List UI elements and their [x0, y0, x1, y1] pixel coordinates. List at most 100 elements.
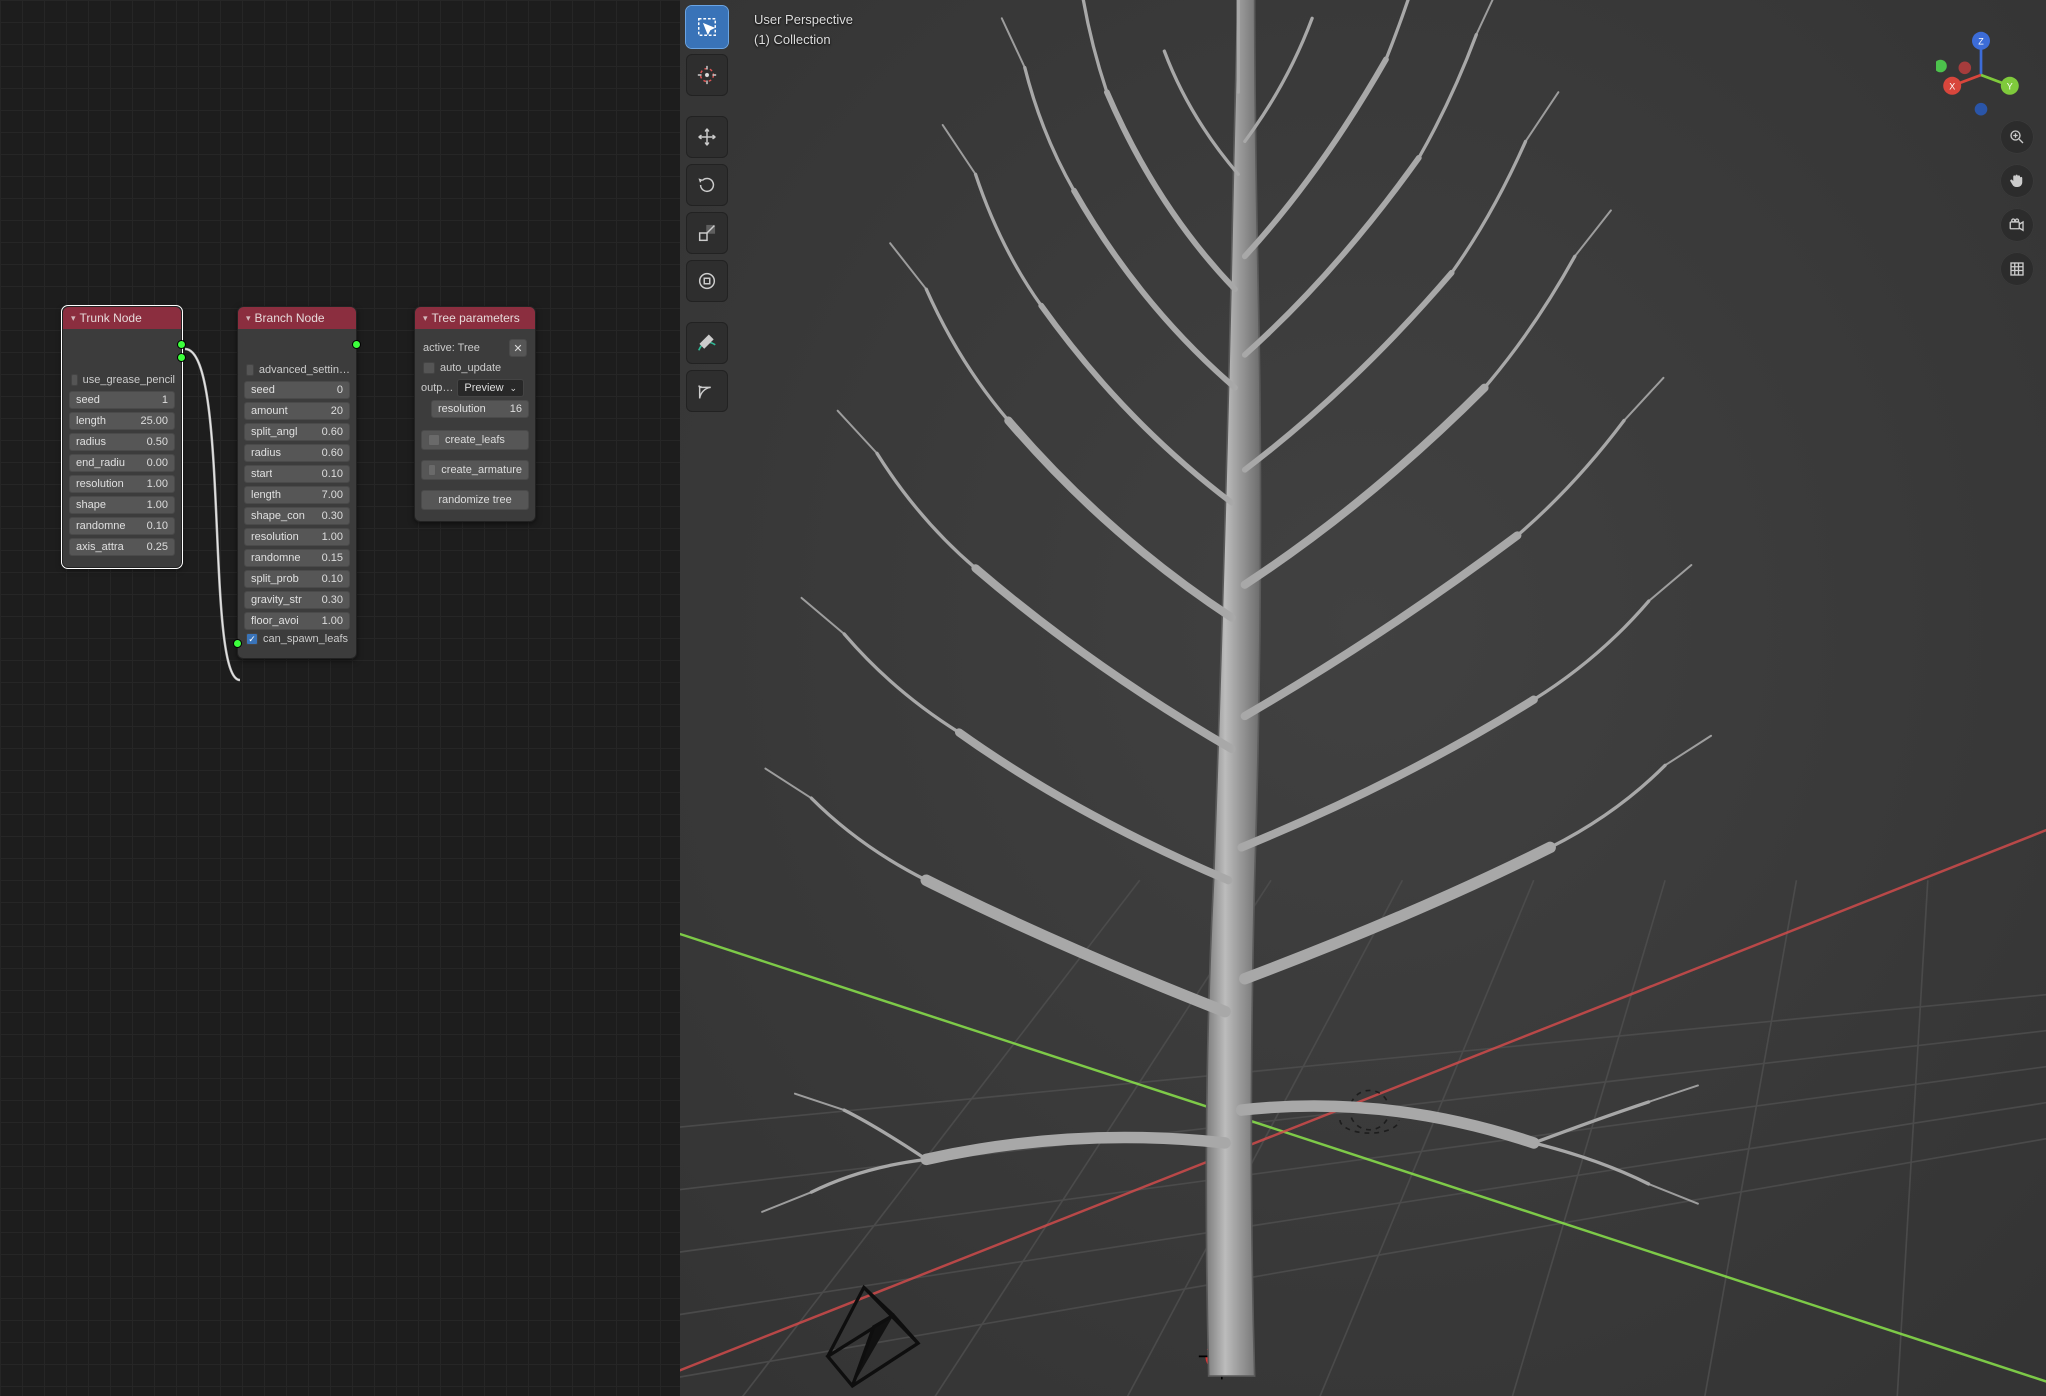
output-socket-2[interactable]: [177, 353, 186, 362]
field-value: 1.00: [147, 499, 168, 511]
measure-tool[interactable]: [686, 370, 728, 412]
svg-text:X: X: [1949, 81, 1955, 91]
trunk-field-resolution[interactable]: resolution1.00: [69, 475, 175, 493]
create-armature-button[interactable]: create_armature: [421, 460, 529, 480]
field-label: seed: [251, 384, 275, 396]
branch-field-seed[interactable]: seed 0: [244, 381, 350, 399]
field-label: floor_avoi: [251, 615, 299, 627]
trunk-field-shape[interactable]: shape 1.00: [69, 496, 175, 514]
select-box-tool[interactable]: [686, 6, 728, 48]
field-value: 1.00: [322, 531, 343, 543]
node-editor[interactable]: Trunk Node use_grease_pencil seed1 length…: [0, 0, 680, 1396]
auto-update-checkbox[interactable]: auto_update: [423, 362, 529, 374]
resolution-field[interactable]: resolution 16: [431, 400, 529, 418]
node-connections: [0, 0, 680, 1396]
branch-field-floor_avoi[interactable]: floor_avoi 1.00: [244, 612, 350, 630]
field-value: 20: [331, 405, 343, 417]
perspective-toggle-bubble[interactable]: [2000, 252, 2034, 286]
trunk-field-length[interactable]: length 25.00: [69, 412, 175, 430]
field-label: shape: [76, 499, 106, 511]
field-label: start: [251, 468, 272, 480]
trunk-field-end_radiu[interactable]: end_radiu0.00: [69, 454, 175, 472]
field-value: 1.00: [322, 615, 343, 627]
viewport-nav-bubbles: [2000, 120, 2034, 286]
viewport-overlay-text: User Perspective (1) Collection: [754, 10, 853, 49]
3d-viewport[interactable]: User Perspective (1) Collection: [680, 0, 2046, 1396]
button-label: create_armature: [441, 464, 522, 476]
input-socket[interactable]: [233, 639, 242, 648]
field-label: axis_attra: [76, 541, 124, 553]
trunk-field-radius[interactable]: radius0.50: [69, 433, 175, 451]
branch-field-amount[interactable]: amount 20: [244, 402, 350, 420]
pan-bubble[interactable]: [2000, 164, 2034, 198]
create-leafs-button[interactable]: create_leafs: [421, 430, 529, 450]
clear-active-button[interactable]: ✕: [509, 339, 527, 357]
field-value: 1.00: [147, 478, 168, 490]
field-value: 25.00: [140, 415, 168, 427]
branch-field-resolution[interactable]: resolution 1.00: [244, 528, 350, 546]
node-header[interactable]: Branch Node: [238, 307, 356, 329]
field-value: 0.30: [322, 510, 343, 522]
trunk-field-axis_attra[interactable]: axis_attra 0.25: [69, 538, 175, 556]
node-tree-parameters[interactable]: Tree parameters active: Tree ✕ auto_upda…: [414, 306, 536, 522]
field-label: randomne: [251, 552, 301, 564]
annotate-tool[interactable]: [686, 322, 728, 364]
checkbox-label: can_spawn_leafs: [263, 633, 348, 645]
checkbox-label: use_grease_pencil: [83, 374, 175, 386]
field-label: amount: [251, 405, 288, 417]
collection-label: (1) Collection: [754, 30, 853, 50]
trunk-field-seed[interactable]: seed1: [69, 391, 175, 409]
branch-field-split_angl[interactable]: split_angl0.60: [244, 423, 350, 441]
svg-text:Y: Y: [2007, 81, 2013, 91]
field-label: length: [251, 489, 281, 501]
advanced-settings-checkbox[interactable]: advanced_settin…: [246, 364, 350, 376]
field-value: 16: [510, 403, 522, 415]
transform-tool[interactable]: [686, 260, 728, 302]
node-body: active: Tree ✕ auto_update outp… Preview…: [415, 329, 535, 521]
camera-view-bubble[interactable]: [2000, 208, 2034, 242]
branch-field-gravity_str[interactable]: gravity_str 0.30: [244, 591, 350, 609]
field-value: 0.15: [322, 552, 343, 564]
field-value: 0.60: [322, 447, 343, 459]
can-spawn-leafs-checkbox[interactable]: ✓ can_spawn_leafs: [246, 633, 350, 645]
node-body: use_grease_pencil seed1 length 25.00 radius…: [63, 329, 181, 567]
node-branch[interactable]: Branch Node advanced_settin… seed 0 amount…: [237, 306, 357, 659]
node-header[interactable]: Trunk Node: [63, 307, 181, 329]
field-value: 0.60: [322, 426, 343, 438]
output-socket[interactable]: [177, 340, 186, 349]
node-trunk[interactable]: Trunk Node use_grease_pencil seed1 length…: [62, 306, 182, 568]
use-grease-pencil-checkbox[interactable]: use_grease_pencil: [71, 374, 175, 386]
rotate-tool[interactable]: [686, 164, 728, 206]
cursor-tool[interactable]: [686, 54, 728, 96]
trunk-field-randomne[interactable]: randomne0.10: [69, 517, 175, 535]
field-label: shape_con: [251, 510, 305, 522]
navigation-gizmo[interactable]: Z X Y: [1936, 30, 2026, 120]
field-value: 0.10: [147, 520, 168, 532]
field-label: resolution: [251, 531, 299, 543]
zoom-bubble[interactable]: [2000, 120, 2034, 154]
output-label: outp…: [421, 382, 453, 394]
branch-field-randomne[interactable]: randomne 0.15: [244, 549, 350, 567]
field-value: 0.25: [147, 541, 168, 553]
scale-tool[interactable]: [686, 212, 728, 254]
field-value: 0.30: [322, 594, 343, 606]
active-label: active: Tree: [423, 342, 480, 354]
branch-field-start[interactable]: start 0.10: [244, 465, 350, 483]
viewport-scene: [680, 0, 2046, 1396]
branch-field-length[interactable]: length7.00: [244, 486, 350, 504]
randomize-tree-button[interactable]: randomize tree: [421, 490, 529, 510]
field-label: split_prob: [251, 573, 299, 585]
branch-field-shape_con[interactable]: shape_con 0.30: [244, 507, 350, 525]
field-value: 0: [337, 384, 343, 396]
svg-text:Z: Z: [1978, 36, 1984, 46]
viewport-toolbar: [686, 6, 728, 412]
move-tool[interactable]: [686, 116, 728, 158]
output-select[interactable]: Preview: [457, 379, 524, 397]
field-value: 0.10: [322, 468, 343, 480]
branch-field-split_prob[interactable]: split_prob0.10: [244, 570, 350, 588]
output-socket[interactable]: [352, 340, 361, 349]
node-header[interactable]: Tree parameters: [415, 307, 535, 329]
field-label: length: [76, 415, 106, 427]
branch-field-radius[interactable]: radius0.60: [244, 444, 350, 462]
field-label: gravity_str: [251, 594, 302, 606]
